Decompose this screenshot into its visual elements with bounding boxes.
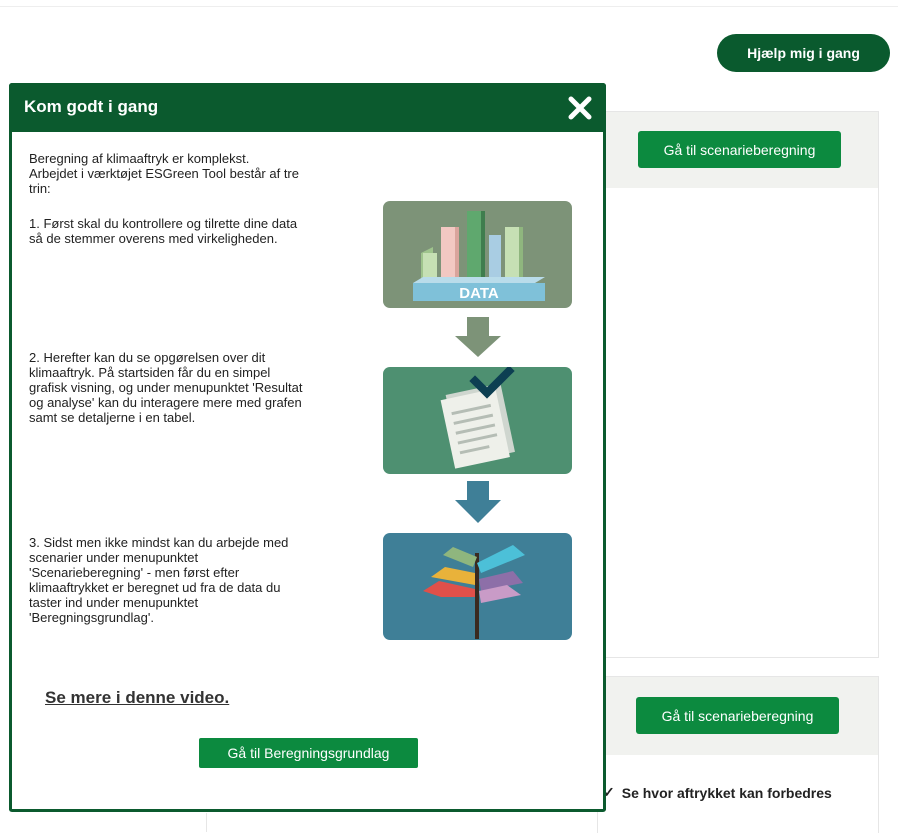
card-header-2: Gå til scenarieberegning (598, 677, 878, 755)
intro-text: Beregning af klimaaftryk er komplekst. A… (29, 151, 339, 196)
step-line: 'Scenarieberegning' - men først efter (29, 565, 240, 580)
intro-line: Arbejdet i værktøjet ESGreen Tool består… (29, 166, 299, 181)
documents-check-icon (440, 367, 515, 469)
step-line: 'Beregningsgrundlag'. (29, 610, 154, 625)
signpost-icon (423, 545, 525, 639)
arrow-down-icon (455, 481, 501, 523)
intro-line: Beregning af klimaaftryk er komplekst. (29, 151, 250, 166)
signpost-illustration (383, 533, 572, 640)
documents-illustration (383, 367, 572, 474)
step-line: scenarier under menupunktet (29, 550, 199, 565)
data-chart-icon: DATA (413, 211, 545, 302)
step-line: klimaaftryk. På startsiden får du en sim… (29, 365, 271, 380)
improve-footprint-link[interactable]: ✓ Se hvor aftrykket kan forbedres (603, 784, 832, 801)
step-line: samt se detaljerne i en tabel. (29, 410, 196, 425)
step-line: taster ind under menupunktet (29, 595, 199, 610)
modal-header: Kom godt i gang (9, 83, 606, 132)
scenario-card: Gå til scenarieberegning (597, 111, 879, 658)
improve-footprint-label: Se hvor aftrykket kan forbedres (621, 784, 832, 801)
help-me-start-button[interactable]: Hjælp mig i gang (717, 34, 890, 72)
step-3-text: 3. Sidst men ikke mindst kan du arbejde … (29, 535, 339, 625)
step-line: 3. Sidst men ikke mindst kan du arbejde … (29, 535, 289, 550)
step-line: og analyse' kan du interagere mere med g… (29, 395, 302, 410)
arrow-down-icon (455, 317, 501, 357)
close-icon[interactable] (564, 92, 596, 124)
go-to-calculation-basis-button[interactable]: Gå til Beregningsgrundlag (199, 738, 418, 768)
modal-title: Kom godt i gang (24, 97, 159, 116)
intro-line: trin: (29, 181, 51, 196)
step-2-text: 2. Herefter kan du se opgørelsen over di… (29, 350, 339, 425)
top-divider (0, 6, 898, 7)
step-1-text: 1. Først skal du kontrollere og tilrette… (29, 216, 339, 246)
go-to-scenario-button-2[interactable]: Gå til scenarieberegning (636, 697, 839, 734)
step-line: så de stemmer overens med virkeligheden. (29, 231, 278, 246)
data-label: DATA (459, 285, 499, 302)
video-link[interactable]: Se mere i denne video. (45, 688, 229, 708)
card-header: Gå til scenarieberegning (598, 112, 878, 188)
data-chart-illustration: DATA (383, 201, 572, 308)
scenario-card-2: Gå til scenarieberegning (597, 676, 879, 833)
getting-started-modal: Kom godt i gang Beregning af klimaaftryk… (9, 83, 606, 812)
step-line: 2. Herefter kan du se opgørelsen over di… (29, 350, 266, 365)
step-line: grafisk visning, og under menupunktet 'R… (29, 380, 303, 395)
step-line: klimaaftrykket er beregnet ud fra de dat… (29, 580, 281, 595)
divider (206, 813, 207, 832)
go-to-scenario-button[interactable]: Gå til scenarieberegning (638, 131, 841, 168)
step-line: 1. Først skal du kontrollere og tilrette… (29, 216, 298, 231)
